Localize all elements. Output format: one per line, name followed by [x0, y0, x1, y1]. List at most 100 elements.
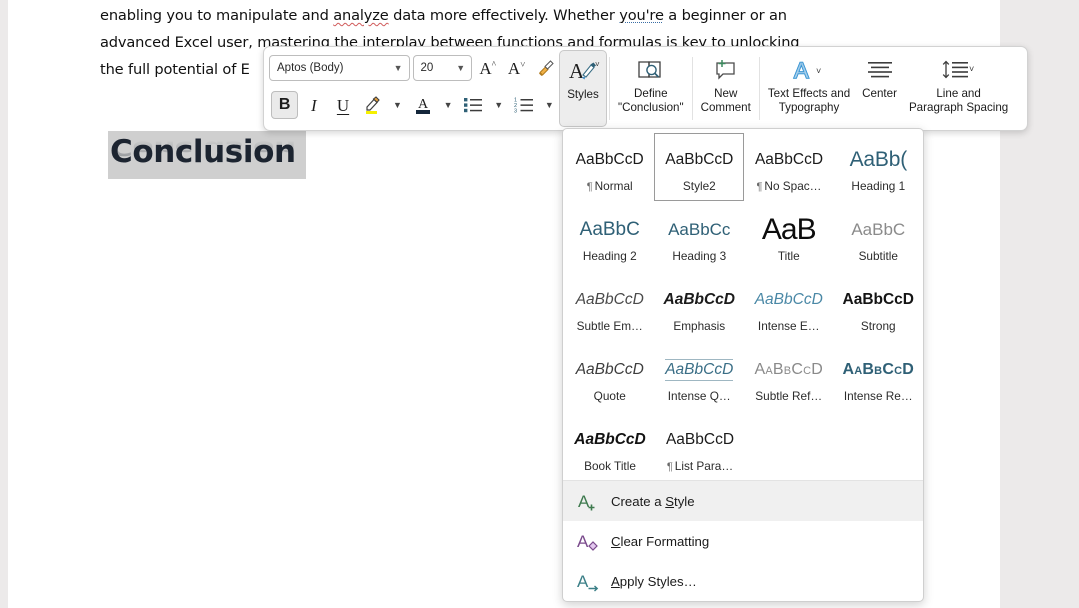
svg-text:A: A	[569, 59, 585, 83]
style-name-text: Heading 2	[582, 249, 637, 263]
style-cell-intense-re[interactable]: AaBbCcD Intense Re…	[834, 343, 924, 411]
style-cell-subtitle[interactable]: AaBbC Subtitle	[834, 203, 924, 271]
chevron-down-icon: ▼	[494, 100, 504, 110]
text-effects-button-label: Text Effects and Typography	[767, 87, 851, 114]
style-cell-subtle-em[interactable]: AaBbCcD Subtle Em…	[565, 273, 655, 341]
style-cell-strong[interactable]: AaBbCcD Strong	[834, 273, 924, 341]
style-cell-heading-3[interactable]: AaBbCc Heading 3	[655, 203, 745, 271]
styles-gallery-row: AaBbC Heading 2 AaBbCc Heading 3 AaB Title AaB…	[565, 203, 923, 273]
svg-text:A: A	[578, 492, 590, 511]
numbered-list-icon: 1 2 3	[514, 98, 534, 115]
style-preview-text: AaB	[761, 213, 817, 246]
styles-gallery-dropdown: AaBbCcD ¶ Normal AaBbCcD Style2 AaBbCcD ¶ No Sp…	[562, 128, 924, 602]
menu-item-clear-formatting[interactable]: A Clear Formatting	[563, 521, 923, 561]
text-highlight-button[interactable]	[359, 91, 386, 119]
style-name-label: Strong	[861, 319, 896, 333]
style-preview-text: AaBbC	[851, 220, 906, 239]
style-name-label: Subtitle	[859, 249, 898, 263]
styles-gallery-row: AaBbCcD Subtle Em… AaBbCcD Emphasis AaBbCcD I…	[565, 273, 923, 343]
a-plus-icon: A	[577, 490, 611, 512]
define-button[interactable]: Define "Conclusion"	[612, 50, 690, 127]
style-cell-no-spac[interactable]: AaBbCcD ¶ No Spac…	[744, 133, 833, 201]
pilcrow-icon: ¶	[666, 461, 673, 473]
style-name-text: Normal	[594, 179, 633, 193]
style-name-text: Style2	[682, 179, 716, 193]
selected-heading-block[interactable]: Conclusion Conclusion	[108, 131, 306, 179]
style-cell-quote[interactable]: AaBbCcD Quote	[565, 343, 655, 411]
styles-button[interactable]: A ˅ Styles	[559, 50, 607, 127]
style-name-label: ¶ No Spac…	[757, 179, 822, 193]
new-comment-button[interactable]: New Comment	[695, 50, 757, 127]
bullet-list-icon	[464, 98, 483, 113]
svg-text:A: A	[418, 97, 429, 112]
text-highlight-dropdown[interactable]: ▼	[388, 91, 407, 119]
style-cell-intense-q[interactable]: AaBbCcD Intense Q…	[655, 343, 745, 411]
menu-item-apply-styles[interactable]: A Apply Styles…	[563, 561, 923, 601]
style-cell-emphasis[interactable]: AaBbCcD Emphasis	[655, 273, 745, 341]
style-cell-book-title[interactable]: AaBbCcD Book Title	[565, 413, 655, 480]
style-cell-subtle-ref[interactable]: AaBbCcD Subtle Ref…	[744, 343, 834, 411]
style-name-text: Intense Q…	[667, 389, 731, 403]
svg-text:3: 3	[514, 109, 517, 115]
style-preview-text: AaBbCcD	[665, 359, 734, 381]
italic-button[interactable]: I	[300, 91, 327, 119]
style-name-label: Heading 2	[583, 249, 637, 263]
pilcrow-icon: ¶	[586, 181, 593, 193]
styles-gallery-row: AaBbCcD ¶ Normal AaBbCcD Style2 AaBbCcD ¶ No Sp…	[565, 133, 923, 203]
grow-font-button[interactable]: A^	[474, 54, 501, 82]
style-cell-normal[interactable]: AaBbCcD ¶ Normal	[565, 133, 654, 201]
style-cell-style2[interactable]: AaBbCcD Style2	[654, 133, 745, 201]
font-size-combobox[interactable]: 20 ▼	[412, 55, 473, 81]
style-name-label: Quote	[594, 389, 626, 403]
text-effects-button[interactable]: A A ˅ Text Effects and Typography	[762, 50, 856, 127]
heading-conclusion: Conclusion	[110, 134, 296, 170]
align-center-icon	[865, 55, 895, 85]
document-line-1: enabling you to manipulate and analyze d…	[100, 2, 890, 29]
style-cell-intense-e[interactable]: AaBbCcD Intense E…	[744, 273, 834, 341]
style-cell-list-para[interactable]: AaBbCcD ¶ List Para…	[655, 413, 745, 480]
chevron-down-icon: ▼	[393, 100, 402, 110]
style-preview-text: AaBbCcD	[754, 361, 823, 378]
font-name-combobox[interactable]: Aptos (Body) ▼	[269, 55, 410, 81]
style-name-text: Subtle Em…	[576, 319, 643, 333]
bold-button[interactable]: B	[271, 91, 299, 119]
style-cell-heading-2[interactable]: AaBbC Heading 2	[565, 203, 655, 271]
style-preview-text: AaBbCcD	[575, 291, 644, 308]
pilcrow-icon: ¶	[756, 181, 763, 193]
style-preview-text: AaBbCcD	[665, 151, 734, 168]
toolbar-separator	[609, 57, 610, 120]
style-name-label: Intense E…	[758, 319, 820, 333]
style-preview-text: AaBbCc	[668, 220, 731, 239]
toolbar-separator	[758, 57, 760, 120]
underline-icon: U	[336, 95, 350, 115]
menu-item-create-a-style[interactable]: A Create a Style	[563, 481, 923, 521]
italic-icon: I	[310, 95, 317, 115]
chevron-down-icon: ▼	[393, 62, 403, 73]
shrink-font-button[interactable]: A˅	[503, 54, 530, 82]
style-cell-title[interactable]: AaB Title	[744, 203, 834, 271]
font-color-button[interactable]: A	[409, 91, 436, 119]
style-preview-text: AaBbCcD	[754, 151, 824, 168]
bullet-list-dropdown[interactable]: ▼	[489, 91, 508, 119]
line-spacing-button[interactable]: ˅ Line and Paragraph Spacing	[903, 50, 1014, 127]
style-name-label: ¶ Normal	[587, 179, 633, 193]
style-name-label: Intense Q…	[668, 389, 731, 403]
svg-text:˅: ˅	[595, 60, 600, 69]
bullet-list-button[interactable]	[460, 91, 487, 119]
center-align-button[interactable]: Center	[856, 50, 903, 127]
underline-button[interactable]: U	[329, 91, 356, 119]
shrink-font-icon: A˅	[507, 58, 526, 78]
style-name-text: Intense E…	[757, 319, 820, 333]
format-painter-button[interactable]	[532, 54, 559, 82]
style-name-text: Book Title	[584, 459, 636, 473]
style-name-text: List Para…	[674, 459, 734, 473]
doc-line1-part-b: data more effectively. Whether	[388, 7, 620, 24]
numbered-list-button[interactable]: 1 2 3	[510, 91, 537, 119]
numbered-list-dropdown[interactable]: ▼	[540, 91, 559, 119]
font-color-dropdown[interactable]: ▼	[438, 91, 457, 119]
style-cell-heading-1[interactable]: AaBb(Heading 1	[834, 133, 923, 201]
line-spacing-button-label: Line and Paragraph Spacing	[908, 87, 1009, 114]
svg-text:A: A	[794, 58, 809, 83]
svg-text:A: A	[577, 572, 589, 591]
style-name-text: Subtitle	[858, 249, 898, 263]
